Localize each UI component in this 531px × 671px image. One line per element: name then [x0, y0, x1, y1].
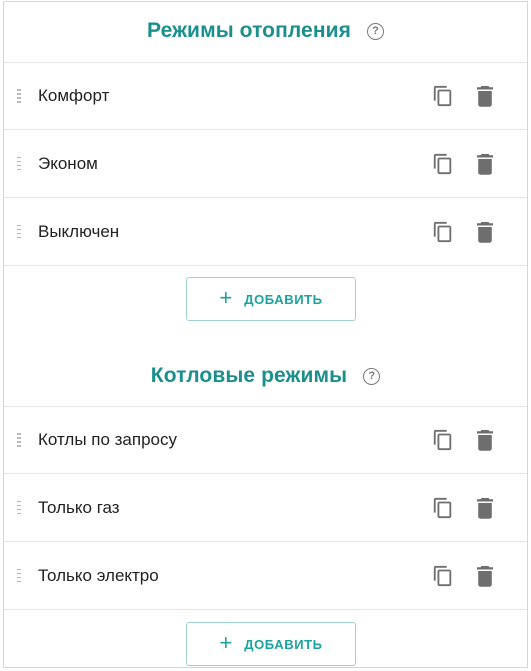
mode-label: Котлы по запросу: [38, 430, 178, 449]
plus-icon: +: [219, 285, 233, 310]
drag-handle-icon[interactable]: [17, 156, 21, 171]
drag-handle-icon[interactable]: [17, 89, 21, 103]
heating-modes-header: Режимы отопления ?: [4, 19, 527, 43]
add-boiler-mode-button[interactable]: + ДОБАВИТЬ: [186, 622, 356, 666]
heating-modes-title: Режимы отопления: [146, 19, 351, 42]
list-item-heating-mode[interactable]: Комфорт: [4, 62, 527, 130]
help-icon[interactable]: ?: [363, 368, 381, 385]
help-icon[interactable]: ?: [367, 23, 384, 40]
mode-label: Комфорт: [38, 86, 110, 105]
add-button-label: ДОБАВИТЬ: [244, 636, 323, 652]
drag-handle-icon[interactable]: [17, 500, 21, 515]
copy-icon[interactable]: [432, 565, 454, 587]
trash-icon[interactable]: [476, 85, 494, 107]
boiler-modes-title: Котловые режимы: [150, 364, 348, 387]
drag-handle-icon[interactable]: [17, 224, 21, 239]
copy-icon[interactable]: [432, 429, 454, 451]
trash-icon[interactable]: [476, 497, 494, 519]
trash-icon[interactable]: [476, 221, 494, 243]
copy-icon[interactable]: [432, 221, 454, 243]
mode-label: Выключен: [38, 221, 120, 241]
boiler-modes-header: Котловые режимы ?: [4, 364, 527, 388]
plus-icon: +: [219, 630, 233, 655]
mode-label: Эконом: [38, 153, 98, 173]
copy-icon[interactable]: [432, 85, 454, 107]
list-item-boiler-mode[interactable]: Котлы по запросу: [4, 406, 527, 474]
copy-icon[interactable]: [432, 153, 454, 175]
list-item-boiler-mode[interactable]: Только электро: [4, 542, 527, 610]
list-item-heating-mode[interactable]: Эконом: [4, 130, 527, 198]
drag-handle-icon[interactable]: [17, 433, 21, 447]
mode-label: Только электро: [38, 565, 159, 585]
list-item-heating-mode[interactable]: Выключен: [4, 198, 527, 266]
drag-handle-icon[interactable]: [17, 568, 21, 583]
mode-label: Только газ: [38, 497, 120, 517]
trash-icon[interactable]: [476, 565, 494, 587]
add-button-label: ДОБАВИТЬ: [244, 291, 323, 307]
trash-icon[interactable]: [476, 153, 494, 175]
list-item-boiler-mode[interactable]: Только газ: [4, 474, 527, 542]
add-heating-mode-button[interactable]: + ДОБАВИТЬ: [186, 277, 356, 321]
trash-icon[interactable]: [476, 429, 494, 451]
modes-panel: Режимы отопления ? Комфорт Эконом Выключ…: [3, 1, 528, 668]
copy-icon[interactable]: [432, 497, 454, 519]
